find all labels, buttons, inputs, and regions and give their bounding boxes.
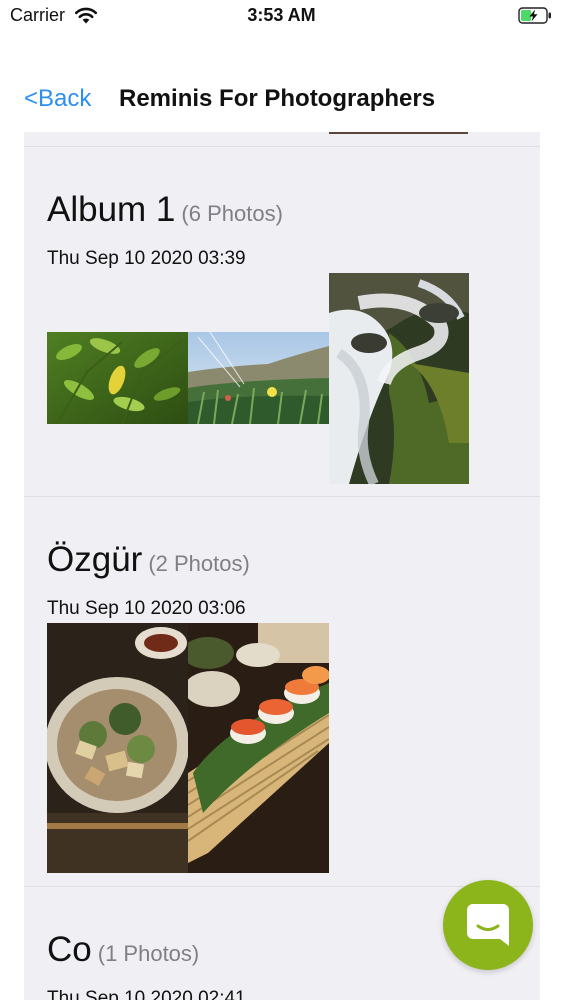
food-plate-photo[interactable] [47, 623, 188, 873]
screen: Carrier 3:53 AM <Back Reminis For Photog… [0, 0, 563, 1000]
album-date: Thu Sep 10 2020 03:06 [47, 598, 246, 619]
album-photo-count: (1 Photos) [97, 941, 200, 966]
previous-album-photo-edge [329, 132, 468, 134]
album-title-row: Co (1 Photos) [47, 930, 199, 970]
album-name: Özgür [47, 540, 143, 579]
album-card[interactable]: Özgür (2 Photos) Thu Sep 10 2020 03:06 [24, 497, 540, 886]
beach-grass-photo[interactable] [188, 332, 329, 424]
battery-charging-icon [518, 7, 551, 24]
album-name: Co [47, 930, 92, 969]
album-name: Album 1 [47, 190, 176, 229]
album-date: Thu Sep 10 2020 02:41 [47, 988, 246, 1000]
clock: 3:53 AM [247, 5, 316, 25]
navigation-bar: <Back Reminis For Photographers [0, 60, 563, 132]
plant-leaves-photo[interactable] [47, 332, 188, 424]
page-title: Reminis For Photographers [119, 85, 436, 112]
album-photo-count: (2 Photos) [148, 551, 250, 576]
back-button[interactable]: <Back [24, 85, 91, 113]
album-photo-count: (6 Photos) [181, 201, 283, 226]
status-bar: Carrier 3:53 AM [0, 0, 563, 34]
sushi-photo[interactable] [188, 623, 329, 873]
album-card[interactable]: Album 1 (6 Photos) Thu Sep 10 2020 03:39 [24, 147, 540, 496]
album-list[interactable]: Album 1(6 Photos) Thu Sep 10 2020 03:39 [24, 132, 540, 1000]
album-title-row: Özgür (2 Photos) [47, 540, 250, 580]
album-title-row: Album 1 (6 Photos) [47, 190, 283, 230]
waterfall-photo[interactable] [329, 273, 469, 484]
chat-bubble-icon [467, 904, 509, 946]
chat-button[interactable] [443, 880, 533, 970]
album-date: Thu Sep 10 2020 03:39 [47, 248, 246, 269]
